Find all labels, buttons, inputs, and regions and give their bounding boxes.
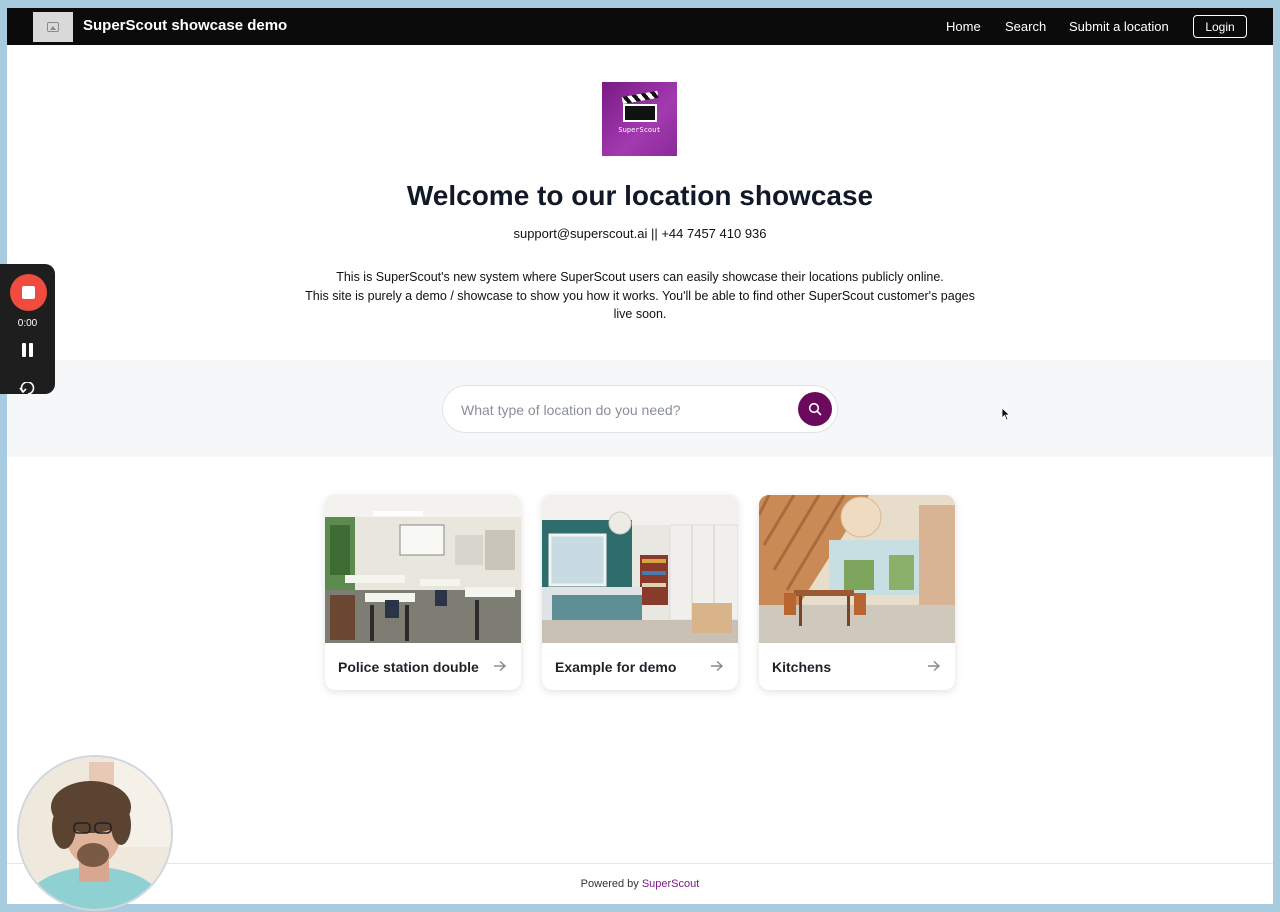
webcam-bubble[interactable] [17,755,173,911]
footer-prefix: Powered by [580,878,639,890]
intro-line: This is SuperScout's new system where Su… [336,270,944,284]
location-card[interactable]: Police station double [325,495,521,690]
classroom-photo [325,495,521,643]
nav-submit-location-link[interactable]: Submit a location [1069,19,1169,34]
location-cards: Police station double Example for demo K… [325,495,955,691]
superscout-logo: SuperScout [602,82,677,156]
card-title: Example for demo [555,659,677,675]
page-footer: Powered by SuperScout [7,863,1273,904]
stop-icon [22,286,35,299]
recorder-controls: 0:00 [0,264,55,394]
brand-logo-placeholder-icon[interactable] [33,12,73,42]
recording-timer: 0:00 [17,318,38,329]
arrow-right-icon [928,660,941,672]
search-button[interactable] [798,392,832,426]
arrow-right-icon [711,660,724,672]
card-title: Police station double [338,659,479,675]
search-icon [808,402,822,416]
top-navbar: SuperScout showcase demo Home Search Sub… [7,8,1273,45]
intro-text: This is SuperScout's new system where Su… [290,268,990,324]
card-title: Kitchens [772,659,832,675]
nav-home-link[interactable]: Home [946,19,981,34]
browser-window: SuperScout showcase demo Home Search Sub… [7,8,1273,904]
contact-info: support@superscout.ai || +44 7457 410 93… [513,226,767,241]
arrow-right-icon [494,660,507,672]
brand-title[interactable]: SuperScout showcase demo [83,17,287,34]
intro-line: This site is purely a demo / showcase to… [305,288,975,303]
mouse-cursor-icon [1001,407,1011,421]
nav-search-link[interactable]: Search [1005,19,1046,34]
intro-line: live soon. [613,307,667,321]
pause-icon[interactable] [21,343,35,358]
login-button[interactable]: Login [1193,15,1247,38]
dining-room-photo [759,495,955,643]
search-input[interactable] [461,399,791,421]
page-title: Welcome to our location showcase [406,180,874,211]
restart-icon[interactable] [19,382,37,394]
search-bar [442,385,838,433]
bedroom-photo [542,495,738,643]
clapperboard-icon [622,104,657,122]
search-section [7,360,1273,457]
logo-text: SuperScout [618,126,661,134]
location-card[interactable]: Kitchens [759,495,955,690]
webcam-feed-image [19,757,171,909]
stop-recording-button[interactable] [10,274,47,311]
location-card[interactable]: Example for demo [542,495,738,690]
footer-brand-link[interactable]: SuperScout [642,878,699,890]
